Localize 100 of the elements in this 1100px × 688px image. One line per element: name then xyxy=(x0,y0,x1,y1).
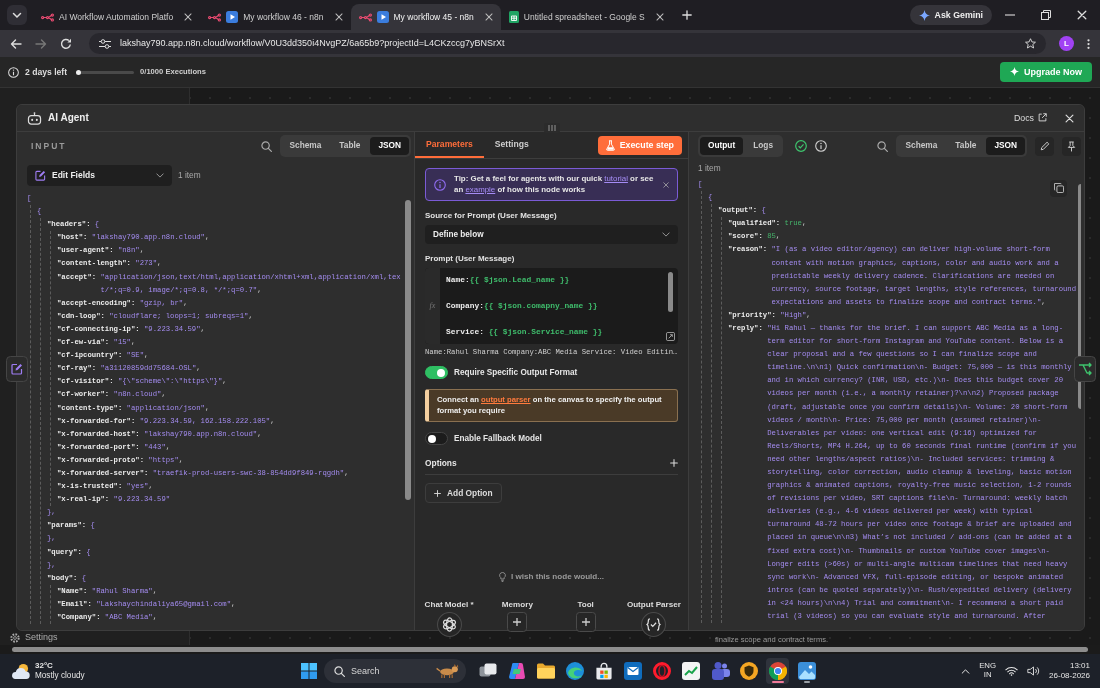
plus-icon xyxy=(434,489,441,497)
info-icon[interactable] xyxy=(815,140,827,152)
weather-text: Mostly cloudy xyxy=(35,670,85,681)
reload-icon[interactable] xyxy=(60,37,72,50)
view-tab[interactable]: JSON xyxy=(370,137,409,155)
copy-icon xyxy=(1053,183,1064,194)
node-select[interactable]: Edit Fields xyxy=(27,165,172,186)
shopping-bag-icon xyxy=(594,662,613,680)
connector-label: Tool xyxy=(577,600,594,610)
sparkle-icon xyxy=(918,9,930,21)
taskbar-button[interactable] xyxy=(766,658,789,684)
feedback-button[interactable]: I wish this node would... xyxy=(492,571,611,584)
gear-icon[interactable] xyxy=(10,632,20,643)
copy-button[interactable] xyxy=(1050,179,1067,197)
folder-icon xyxy=(536,662,555,680)
address-bar[interactable]: lakshay790.app.n8n.cloud/workflow/V0U3dd350i4NvgPZ/6a65b9?projectId=L4CKzccg7yBNSrXt xyxy=(89,33,1046,54)
search-box[interactable]: Search xyxy=(324,659,466,683)
view-tab[interactable]: Schema xyxy=(281,137,330,155)
browser-tab[interactable]: My workflow 46 - n8n xyxy=(200,4,351,30)
pin-icon xyxy=(1067,140,1076,152)
plus-icon[interactable] xyxy=(575,612,596,632)
trial-days-text: 2 days left xyxy=(25,66,68,78)
landscape-icon xyxy=(797,662,816,680)
edit-icon xyxy=(35,170,46,181)
edit-button[interactable] xyxy=(1035,136,1054,156)
play-icon xyxy=(226,11,239,23)
toggle-switch[interactable] xyxy=(425,366,448,380)
linked-nodes-icon xyxy=(358,12,372,22)
clock-time: 13:01 xyxy=(1068,661,1090,671)
search-icon xyxy=(334,665,345,677)
search-field[interactable]: Search xyxy=(351,664,428,678)
kebab-menu-icon[interactable] xyxy=(1087,37,1090,50)
weather-icon[interactable] xyxy=(10,662,31,680)
close-icon[interactable] xyxy=(655,13,664,21)
ask-gemini-button[interactable]: Ask Gemini xyxy=(909,5,992,25)
play-icon xyxy=(376,11,389,23)
section-label: Options xyxy=(425,458,457,469)
info-icon[interactable] xyxy=(8,66,19,78)
start-icon[interactable] xyxy=(301,663,317,679)
wave-circle-icon xyxy=(565,662,584,680)
shield-icon xyxy=(739,662,758,680)
temperature-text: 32°C xyxy=(35,661,54,671)
close-icon[interactable] xyxy=(334,13,343,21)
wifi-icon[interactable] xyxy=(1005,666,1019,676)
knot-icon[interactable] xyxy=(436,612,462,637)
panel-tab[interactable]: Settings xyxy=(483,132,540,158)
caret-icon[interactable] xyxy=(7,5,27,25)
toggle-switch[interactable] xyxy=(425,432,448,445)
search-icon[interactable] xyxy=(260,140,272,152)
panel-label: INPUT xyxy=(31,140,67,152)
connector-label: Output Parser xyxy=(626,600,681,610)
branch-icon[interactable] xyxy=(1074,356,1096,382)
prompt-source-select[interactable]: Define below xyxy=(425,224,678,244)
spreadsheet-icon xyxy=(508,11,519,23)
docs-link[interactable]: Docs xyxy=(1013,112,1047,124)
chevron-up-icon[interactable] xyxy=(961,668,971,674)
close-icon[interactable] xyxy=(184,13,193,21)
view-tab[interactable]: Schema xyxy=(897,137,946,155)
expression-label: fx xyxy=(425,267,440,344)
chevron-down-icon xyxy=(156,173,164,178)
panel-tab[interactable]: Parameters xyxy=(415,132,484,158)
braces-check-icon[interactable] xyxy=(641,612,667,637)
dialog-title: AI Agent xyxy=(48,112,89,124)
field-label: Source for Prompt (User Message) xyxy=(425,211,558,221)
view-tab[interactable]: Table xyxy=(331,137,369,155)
sliders-icon[interactable] xyxy=(99,38,111,49)
edit-icon[interactable] xyxy=(6,356,28,382)
view-tab[interactable]: JSON xyxy=(986,137,1025,155)
browser-tab[interactable]: Untitled spreadsheet - Google S xyxy=(500,4,672,30)
close-icon[interactable] xyxy=(484,13,493,21)
forward-icon[interactable] xyxy=(35,38,47,49)
view-tab[interactable]: Output xyxy=(700,137,744,155)
add-option-button[interactable]: Add Option xyxy=(425,483,502,504)
pin-button[interactable] xyxy=(1062,136,1081,156)
view-tab[interactable]: Table xyxy=(947,137,985,155)
volume-icon[interactable] xyxy=(1027,666,1041,676)
info-icon xyxy=(434,178,446,191)
plus-icon[interactable] xyxy=(507,612,528,632)
browser-tab[interactable]: My workflow 45 - n8n xyxy=(350,4,501,30)
browser-icon xyxy=(768,662,787,680)
browser-tab[interactable]: AI Workflow Automation Platfo xyxy=(33,4,201,30)
profile-button[interactable]: L xyxy=(1059,36,1074,51)
toggle-label: Enable Fallback Model xyxy=(454,433,542,444)
star-icon[interactable] xyxy=(1025,38,1036,49)
linked-nodes-icon xyxy=(41,12,54,22)
scrollbar-thumb[interactable] xyxy=(668,271,673,312)
search-icon[interactable] xyxy=(876,140,888,152)
restore-icon[interactable] xyxy=(1041,10,1051,20)
sidebar-item[interactable]: Settings xyxy=(25,632,58,643)
view-tab[interactable]: Logs xyxy=(745,137,781,155)
back-icon[interactable] xyxy=(10,38,22,49)
pencil-icon xyxy=(1039,141,1050,151)
envelope-icon xyxy=(623,662,642,680)
scrollbar-thumb[interactable] xyxy=(12,647,1088,652)
ring-icon xyxy=(652,662,671,680)
chart-icon xyxy=(681,662,700,680)
expand-icon[interactable] xyxy=(666,331,675,341)
item-count: 1 item xyxy=(178,170,201,181)
scrollbar-thumb[interactable] xyxy=(405,200,411,500)
item-count: 1 item xyxy=(698,164,722,174)
